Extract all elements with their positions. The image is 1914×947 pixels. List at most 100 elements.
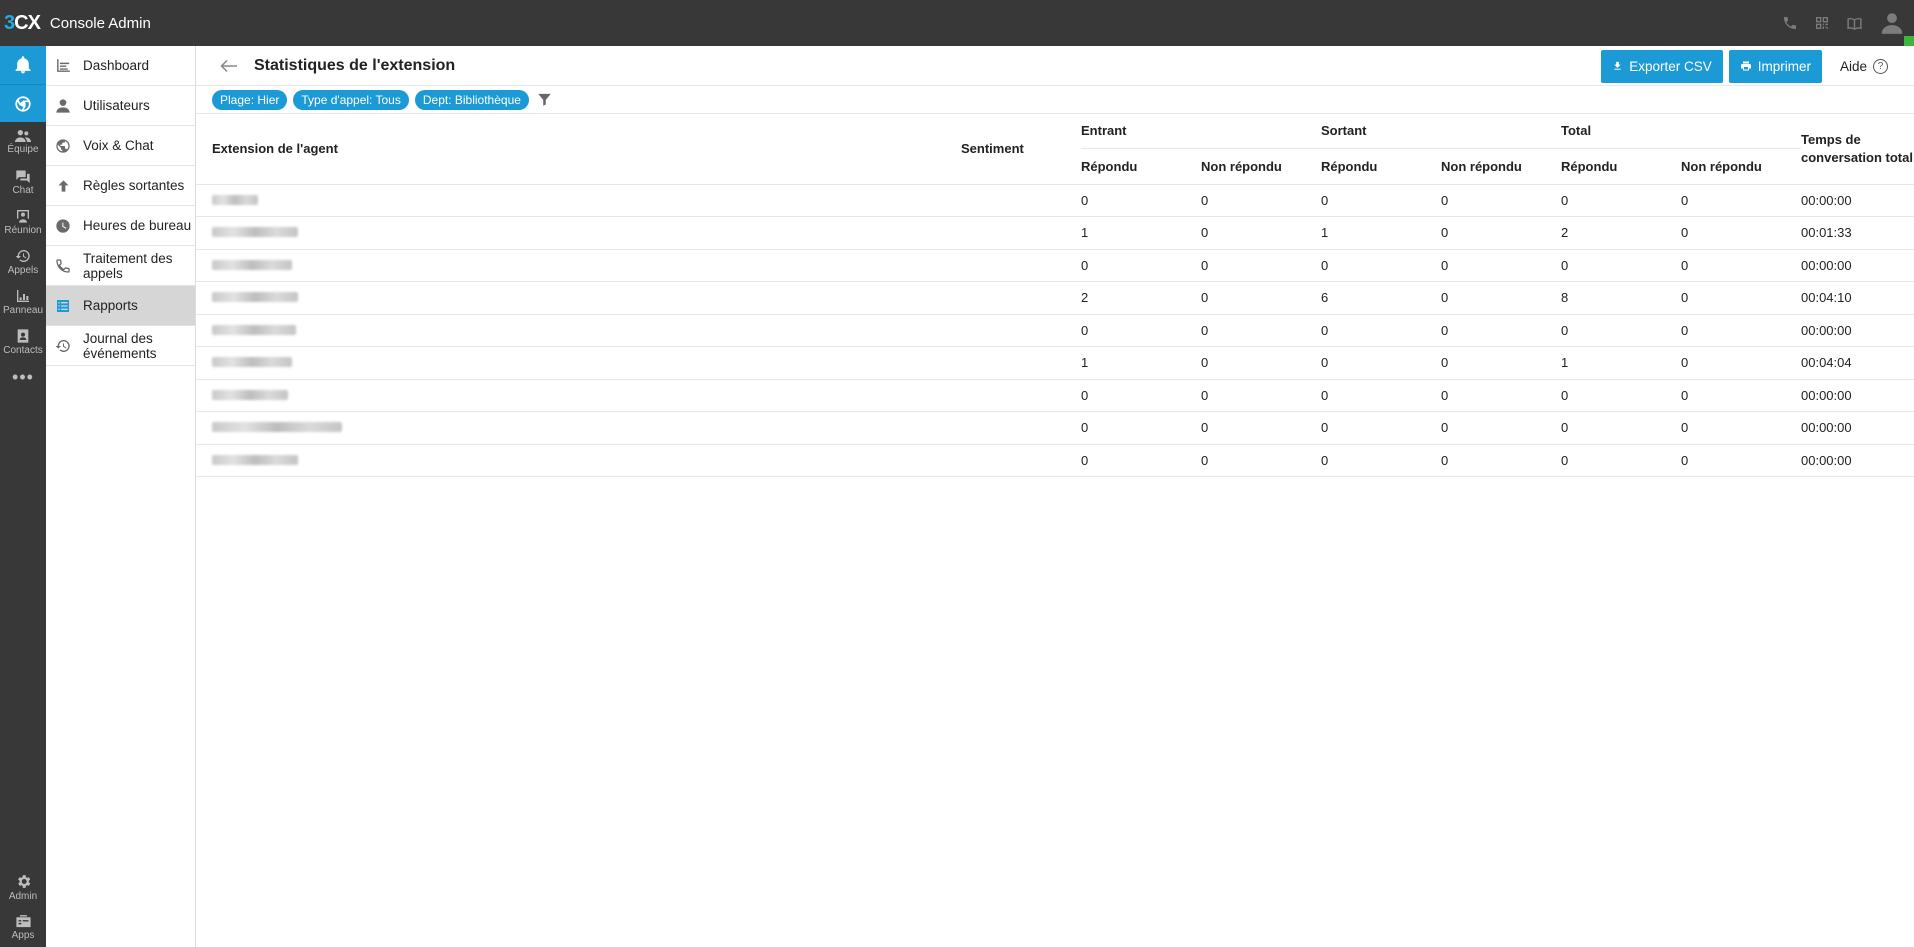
cell-agent-extension[interactable]: [196, 411, 961, 445]
qr-code-icon[interactable]: [1806, 0, 1838, 46]
column-header-agent[interactable]: Extension de l'agent: [196, 114, 961, 185]
column-header-in-unanswered[interactable]: Non répondu: [1201, 147, 1321, 185]
filter-funnel-icon[interactable]: [537, 92, 552, 107]
back-arrow-icon[interactable]: [220, 59, 250, 73]
cell-total-answered: 0: [1561, 184, 1681, 217]
cell-total-answered: 0: [1561, 444, 1681, 477]
column-header-sentiment[interactable]: Sentiment: [961, 114, 1081, 185]
rail-item-chat[interactable]: Chat: [0, 162, 46, 202]
table-row[interactable]: 0 0 0 0 0 0 00:00:00: [196, 184, 1914, 217]
cell-sentiment: [961, 411, 1081, 445]
cell-agent-extension[interactable]: [196, 249, 961, 282]
cell-total-answered: 0: [1561, 411, 1681, 445]
cell-talk-time: 00:04:04: [1801, 346, 1914, 380]
user-avatar[interactable]: [1870, 0, 1914, 46]
filter-chip-call-type[interactable]: Type d'appel: Tous: [293, 89, 409, 110]
rail-item-meeting[interactable]: Réunion: [0, 202, 46, 242]
column-group-inbound: Entrant: [1081, 123, 1127, 139]
redacted-agent-name: [212, 389, 288, 400]
cell-in-unanswered: 0: [1201, 281, 1321, 315]
cell-sentiment: [961, 444, 1081, 477]
cell-agent-extension[interactable]: [196, 314, 961, 347]
phone-icon[interactable]: [1774, 0, 1806, 46]
column-header-out-answered[interactable]: Répondu: [1321, 147, 1441, 185]
table-row[interactable]: 0 0 0 0 0 0 00:00:00: [196, 249, 1914, 282]
cell-total-unanswered: 0: [1681, 281, 1801, 315]
table-row[interactable]: 0 0 0 0 0 0 00:00:00: [196, 411, 1914, 445]
sidebar-item-dashboard[interactable]: Dashboard: [46, 46, 195, 86]
cell-out-unanswered: 0: [1441, 379, 1561, 412]
sidebar-item-voice-chat[interactable]: Voix & Chat: [46, 126, 195, 166]
sidebar-item-label: Journal des événements: [83, 330, 157, 361]
cell-in-answered: 0: [1081, 444, 1201, 477]
filter-chip-department[interactable]: Dept: Bibliothèque: [414, 89, 529, 110]
cell-agent-extension[interactable]: [196, 379, 961, 412]
more-icon[interactable]: •••: [0, 362, 46, 392]
cell-out-unanswered: 0: [1441, 249, 1561, 282]
sidebar: Dashboard Utilisateurs Voix & Chat Règle…: [46, 46, 196, 947]
table-row[interactable]: 1 0 0 0 1 0 00:04:04: [196, 346, 1914, 380]
panel-icon: [17, 290, 29, 302]
cell-agent-extension[interactable]: [196, 444, 961, 477]
cell-out-answered: 0: [1321, 249, 1441, 282]
rail-item-contacts[interactable]: Contacts: [0, 322, 46, 362]
sidebar-item-outbound-rules[interactable]: Règles sortantes: [46, 166, 195, 206]
redacted-agent-name: [212, 259, 292, 270]
column-header-talk-time[interactable]: Temps de conversation total: [1801, 114, 1914, 185]
rail-item-calls[interactable]: Appels: [0, 242, 46, 282]
sidebar-item-office-hours[interactable]: Heures de bureau: [46, 206, 195, 246]
cell-out-unanswered: 0: [1441, 216, 1561, 250]
cell-agent-extension[interactable]: [196, 346, 961, 380]
column-header-total-answered[interactable]: Répondu: [1561, 147, 1681, 185]
table-row[interactable]: 1 0 1 0 2 0 00:01:33: [196, 216, 1914, 250]
rail-item-team[interactable]: Équipe: [0, 122, 46, 162]
rail-item-apps[interactable]: Apps: [0, 907, 46, 947]
sidebar-item-reports[interactable]: Rapports: [46, 286, 195, 326]
column-group-outbound: Sortant: [1321, 123, 1367, 139]
redacted-agent-name: [212, 454, 298, 465]
rail-item-panel[interactable]: Panneau: [0, 282, 46, 322]
help-button[interactable]: Aide ?: [1840, 58, 1888, 74]
export-csv-label: Exporter CSV: [1629, 58, 1712, 74]
table-row[interactable]: 0 0 0 0 0 0 00:00:00: [196, 379, 1914, 412]
top-right-icons: [1774, 0, 1914, 46]
cell-total-answered: 0: [1561, 379, 1681, 412]
print-button[interactable]: Imprimer: [1728, 49, 1822, 83]
table-row[interactable]: 2 0 6 0 8 0 00:04:10: [196, 281, 1914, 315]
table-row[interactable]: 0 0 0 0 0 0 00:00:00: [196, 444, 1914, 477]
rail-label: Panneau: [2, 305, 44, 316]
filter-chip-range[interactable]: Plage: Hier: [212, 89, 288, 110]
sidebar-item-label: Règles sortantes: [83, 178, 185, 193]
dashboard-icon: [54, 57, 72, 75]
cell-agent-extension[interactable]: [196, 184, 961, 217]
export-csv-button[interactable]: Exporter CSV: [1601, 49, 1723, 83]
cell-total-answered: 0: [1561, 314, 1681, 347]
rail-item-admin[interactable]: Admin: [0, 867, 46, 907]
rail-label: Contacts: [3, 345, 43, 356]
book-icon[interactable]: [1838, 0, 1870, 46]
3cx-logo[interactable]: 3 CX: [4, 12, 41, 35]
table-row[interactable]: 0 0 0 0 0 0 00:00:00: [196, 314, 1914, 347]
column-header-total-unanswered[interactable]: Non répondu: [1681, 147, 1801, 185]
cell-agent-extension[interactable]: [196, 281, 961, 315]
page-header: Statistiques de l'extension Exporter CSV…: [196, 46, 1914, 86]
sidebar-item-users[interactable]: Utilisateurs: [46, 86, 195, 126]
bell-icon[interactable]: [0, 46, 46, 84]
left-rail: Équipe Chat Réunion Appels Panneau Conta…: [0, 46, 46, 947]
cell-in-answered: 0: [1081, 249, 1201, 282]
cell-out-unanswered: 0: [1441, 444, 1561, 477]
cell-out-answered: 0: [1321, 346, 1441, 380]
contacts-icon: [17, 329, 29, 343]
browser-extension-icon[interactable]: [0, 84, 46, 122]
cell-out-unanswered: 0: [1441, 281, 1561, 315]
cell-total-unanswered: 0: [1681, 444, 1801, 477]
rail-label: Réunion: [4, 225, 42, 236]
column-header-in-answered[interactable]: Répondu: [1081, 147, 1201, 185]
cell-agent-extension[interactable]: [196, 216, 961, 250]
sidebar-item-event-log[interactable]: Journal des événements: [46, 326, 195, 366]
sidebar-item-call-handling[interactable]: Traitement des appels: [46, 246, 195, 286]
cell-in-unanswered: 0: [1201, 314, 1321, 347]
cell-total-unanswered: 0: [1681, 314, 1801, 347]
cell-total-answered: 1: [1561, 346, 1681, 380]
column-header-out-unanswered[interactable]: Non répondu: [1441, 147, 1561, 185]
